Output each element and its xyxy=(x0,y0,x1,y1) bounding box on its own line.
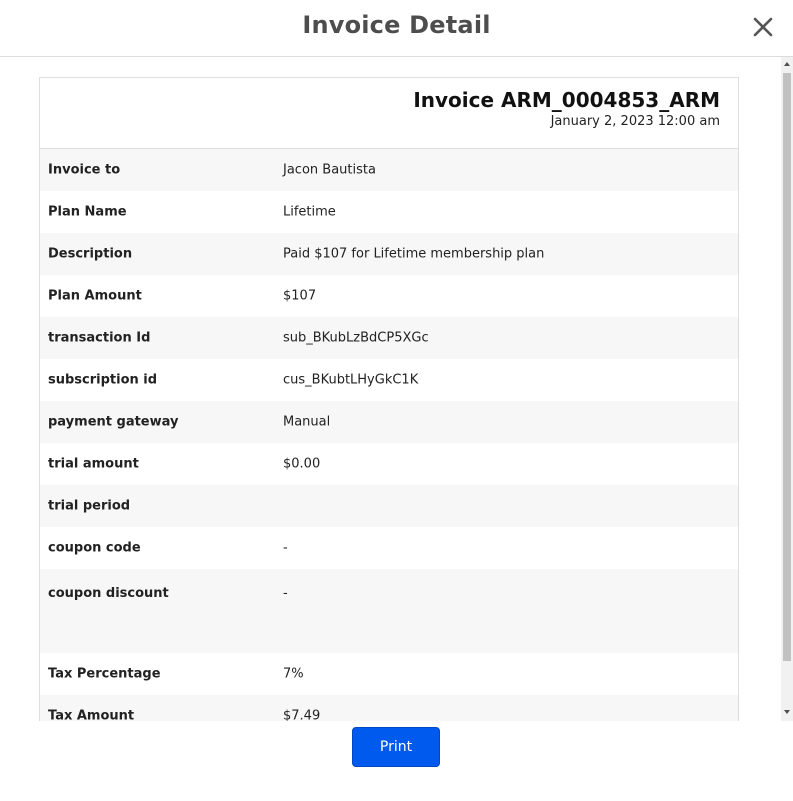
row-label: subscription id xyxy=(48,372,158,388)
scroll-thumb[interactable] xyxy=(783,73,791,661)
modal-footer: Print xyxy=(0,721,793,801)
table-row: transaction Id sub_BKubLzBdCP5XGc xyxy=(40,317,738,359)
row-label: coupon code xyxy=(48,540,141,556)
row-value: - xyxy=(283,586,288,601)
row-value: Paid $107 for Lifetime membership plan xyxy=(283,246,545,262)
scroll-up-arrow-icon[interactable] xyxy=(784,62,790,66)
table-row: Plan Amount $107 xyxy=(40,275,738,317)
table-row: Tax Percentage 7% xyxy=(40,653,738,695)
row-value: cus_BKubtLHyGkC1K xyxy=(283,372,419,388)
modal-title: Invoice Detail xyxy=(302,11,491,39)
invoice-header: Invoice ARM_0004853_ARM January 2, 2023 … xyxy=(40,78,738,149)
row-label: trial amount xyxy=(48,456,139,472)
close-icon[interactable] xyxy=(748,12,778,42)
row-value: sub_BKubLzBdCP5XGc xyxy=(283,330,429,346)
invoice-detail-table: Invoice to Jacon Bautista Plan Name Life… xyxy=(40,149,738,721)
invoice-number: Invoice ARM_0004853_ARM xyxy=(413,88,720,112)
table-row: Tax Amount $7.49 xyxy=(40,695,738,721)
table-row: payment gateway Manual xyxy=(40,401,738,443)
row-value: Manual xyxy=(283,414,331,430)
row-label: Tax Amount xyxy=(48,708,135,722)
table-row: Plan Name Lifetime xyxy=(40,191,738,233)
invoice-scroll-area[interactable]: Invoice ARM_0004853_ARM January 2, 2023 … xyxy=(0,57,781,721)
invoice-card: Invoice ARM_0004853_ARM January 2, 2023 … xyxy=(39,77,739,721)
row-label: transaction Id xyxy=(48,330,151,346)
table-row: Description Paid $107 for Lifetime membe… xyxy=(40,233,738,275)
row-label: payment gateway xyxy=(48,414,179,430)
row-value: $7.49 xyxy=(283,708,321,722)
row-label: Description xyxy=(48,246,133,262)
scroll-down-arrow-icon[interactable] xyxy=(784,710,790,714)
row-label: Plan Name xyxy=(48,204,127,220)
row-value: 7% xyxy=(283,666,304,682)
vertical-scrollbar[interactable] xyxy=(781,57,793,721)
table-row: subscription id cus_BKubtLHyGkC1K xyxy=(40,359,738,401)
row-label: Invoice to xyxy=(48,162,121,178)
row-label: coupon discount xyxy=(48,586,169,601)
invoice-date: January 2, 2023 12:00 am xyxy=(550,114,720,129)
modal-header: Invoice Detail xyxy=(0,0,793,57)
row-value: - xyxy=(283,540,288,556)
table-row: Invoice to Jacon Bautista xyxy=(40,149,738,191)
row-value: Lifetime xyxy=(283,204,336,220)
row-value: Jacon Bautista xyxy=(283,162,376,178)
print-button[interactable]: Print xyxy=(352,727,440,767)
row-label: Plan Amount xyxy=(48,288,142,304)
row-value: $0.00 xyxy=(283,456,321,472)
row-label: trial period xyxy=(48,498,131,514)
table-row: trial amount $0.00 xyxy=(40,443,738,485)
row-value: $107 xyxy=(283,288,317,304)
table-row: coupon code - xyxy=(40,527,738,569)
table-row: trial period xyxy=(40,485,738,527)
row-label: Tax Percentage xyxy=(48,666,161,682)
table-row: coupon discount - xyxy=(40,569,738,653)
